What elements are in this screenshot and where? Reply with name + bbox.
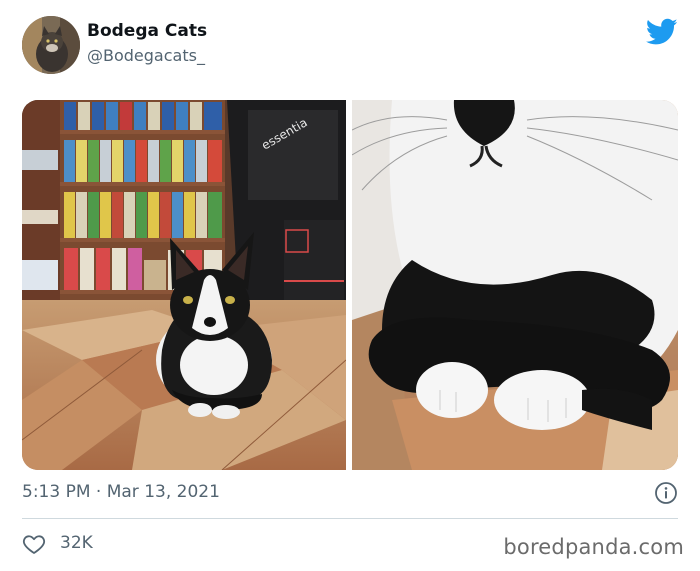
cat-closeup-photo[interactable] (352, 100, 678, 470)
display-name[interactable]: Bodega Cats (87, 21, 207, 41)
avatar[interactable] (22, 16, 80, 74)
like-count[interactable]: 32K (60, 533, 93, 553)
tweet-timestamp[interactable]: 5:13 PM · Mar 13, 2021 (22, 482, 220, 502)
tweet-card: Bodega Cats @Bodegacats_ essentia 5:13 P… (0, 0, 700, 571)
info-icon[interactable] (654, 481, 678, 505)
source-watermark: boredpanda.com (503, 535, 684, 559)
heart-icon[interactable] (22, 532, 46, 556)
twitter-bird-icon[interactable] (645, 18, 678, 46)
divider (22, 518, 678, 519)
cat-in-bodega-photo[interactable]: essentia (22, 100, 346, 470)
tweet-media[interactable]: essentia (22, 100, 678, 470)
user-handle[interactable]: @Bodegacats_ (87, 46, 205, 65)
